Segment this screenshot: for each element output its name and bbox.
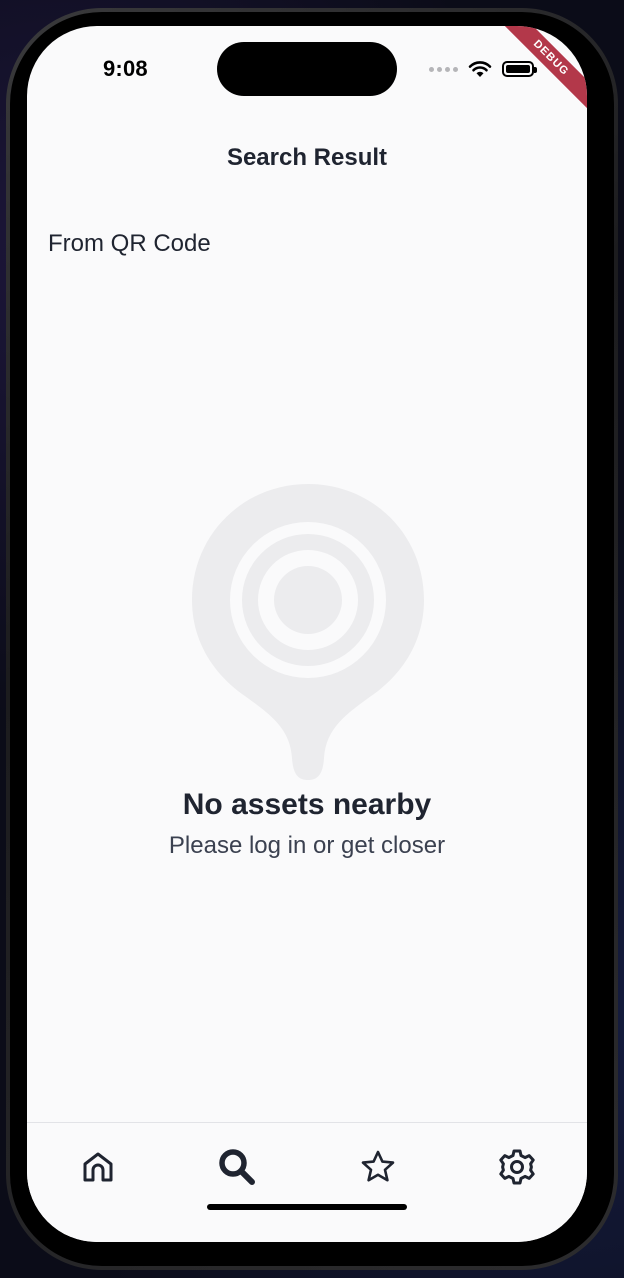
home-icon bbox=[83, 1152, 113, 1182]
page-title: Search Result bbox=[226, 144, 388, 171]
empty-state-title: No assets nearby bbox=[182, 788, 432, 821]
gear-icon bbox=[499, 1149, 535, 1185]
status-time: 9:08 bbox=[103, 56, 148, 81]
location-pin-icon bbox=[192, 484, 424, 780]
bottom-navigation-bar bbox=[27, 1122, 587, 1242]
nav-home[interactable] bbox=[74, 1143, 122, 1191]
wifi-icon bbox=[468, 61, 492, 77]
cellular-signal-icon bbox=[429, 66, 458, 72]
dynamic-island bbox=[217, 42, 397, 96]
search-icon bbox=[219, 1149, 255, 1185]
star-icon bbox=[361, 1150, 395, 1182]
nav-search[interactable] bbox=[213, 1143, 261, 1191]
battery-icon bbox=[502, 61, 537, 77]
empty-state-subtitle: Please log in or get closer bbox=[168, 832, 446, 859]
home-indicator[interactable] bbox=[207, 1204, 407, 1210]
status-icons bbox=[429, 60, 537, 78]
source-label: From QR Code bbox=[48, 230, 211, 257]
app-screen: 9:08 DEBUG Search Result From QR Code No… bbox=[27, 26, 587, 1242]
nav-settings[interactable] bbox=[493, 1143, 541, 1191]
nav-favorites[interactable] bbox=[354, 1143, 402, 1191]
